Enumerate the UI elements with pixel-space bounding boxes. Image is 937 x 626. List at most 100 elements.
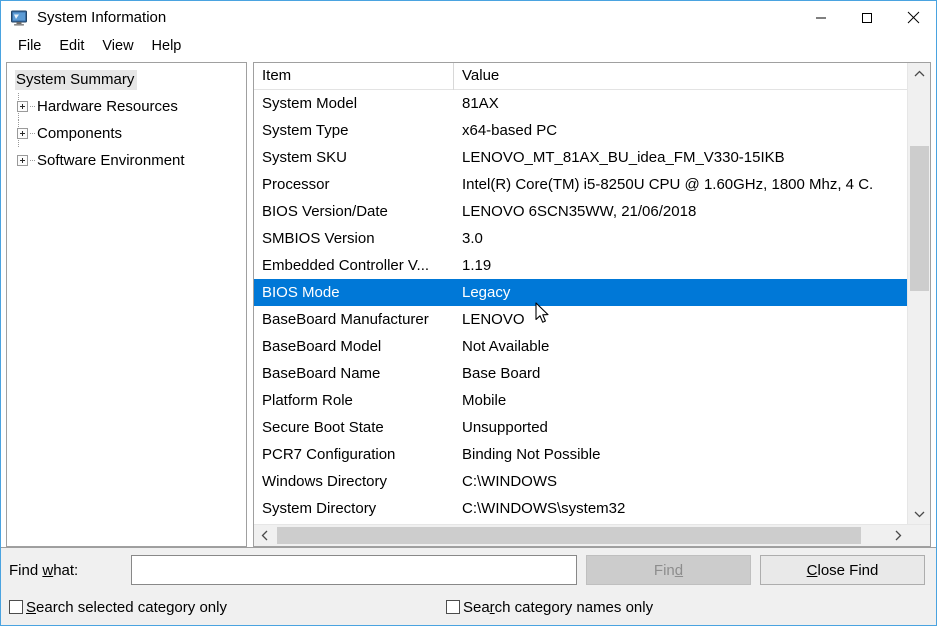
search-selected-category-option[interactable]: Search selected category only (9, 599, 227, 616)
find-button-accel: d (674, 561, 684, 579)
cell-value: Unsupported (462, 419, 548, 436)
find-label-suffix: hat: (53, 561, 79, 579)
cell-item: System Model (262, 95, 358, 112)
cell-item: BaseBoard Manufacturer (262, 311, 429, 328)
cell-value: LENOVO 6SCN35WW, 21/06/2018 (462, 203, 697, 220)
scroll-down-arrow-icon[interactable] (908, 503, 930, 524)
cell-value: LENOVO (462, 311, 525, 328)
chk2-prefix: Sea (462, 598, 490, 616)
menu-file[interactable]: File (9, 37, 50, 56)
list-rows: System Model 81AX System Type x64-based PC S… (254, 90, 907, 522)
horizontal-scroll-thumb[interactable] (277, 527, 861, 544)
tree-item-system-summary[interactable]: System Summary (7, 66, 246, 93)
cell-item: Embedded Controller V... (262, 257, 430, 274)
checkbox-icon[interactable] (9, 600, 23, 614)
cell-item: System Directory (262, 500, 377, 517)
system-information-window: System Information File Edit View Help S… (0, 0, 937, 626)
tree-item-hardware-resources[interactable]: Hardware Resources (7, 93, 246, 120)
column-header-value[interactable]: Value (454, 63, 907, 90)
window-controls (798, 1, 936, 34)
checkbox-label: Search category names only (463, 599, 653, 616)
table-row[interactable]: BIOS Mode Legacy (254, 279, 907, 306)
tree-connector-dash (30, 106, 35, 107)
tree-item-software-environment[interactable]: Software Environment (7, 147, 246, 174)
close-find-button[interactable]: Close Find (760, 555, 925, 585)
chk2-suffix: ch category names only (494, 598, 654, 616)
find-button-prefix: Fin (653, 561, 675, 579)
cell-value: C:\WINDOWS (462, 473, 557, 490)
cell-value: 1.19 (462, 257, 492, 274)
list-header: Item Value (254, 63, 907, 90)
maximize-button[interactable] (844, 1, 890, 34)
menu-bar: File Edit View Help (1, 34, 936, 58)
table-row[interactable]: BIOS Version/Date LENOVO 6SCN35WW, 21/06/… (254, 198, 907, 225)
find-label-accel: w (42, 561, 54, 579)
table-row[interactable]: Secure Boot State Unsupported (254, 414, 907, 441)
table-row[interactable]: System SKU LENOVO_MT_81AX_BU_idea_FM_V330… (254, 144, 907, 171)
cell-item: BIOS Mode (262, 284, 340, 301)
find-button[interactable]: Fin d (586, 555, 751, 585)
table-row[interactable]: BaseBoard Manufacturer LENOVO (254, 306, 907, 333)
table-row[interactable]: Windows Directory C:\WINDOWS (254, 468, 907, 495)
expand-plus-icon[interactable] (17, 101, 28, 112)
table-row[interactable]: BaseBoard Name Base Board (254, 360, 907, 387)
find-what-label: Find what: (9, 562, 131, 579)
tree-connector-dash (30, 133, 35, 134)
table-row[interactable]: SMBIOS Version 3.0 (254, 225, 907, 252)
vertical-scroll-track[interactable] (908, 84, 930, 503)
horizontal-scrollbar[interactable] (254, 524, 930, 546)
cell-item: BaseBoard Name (262, 365, 381, 382)
vertical-scrollbar[interactable] (907, 63, 930, 524)
cell-item: BIOS Version/Date (262, 203, 388, 220)
search-category-names-option[interactable]: Search category names only (445, 599, 653, 616)
close-button-suffix: lose Find (817, 561, 879, 579)
cell-value: 3.0 (462, 230, 483, 247)
table-row[interactable]: System Model 81AX (254, 90, 907, 117)
expand-plus-icon[interactable] (17, 128, 28, 139)
close-button[interactable] (890, 1, 936, 34)
window-title: System Information (37, 9, 167, 26)
cell-item: System Type (262, 122, 349, 139)
scroll-right-arrow-icon[interactable] (887, 530, 908, 541)
find-input[interactable] (131, 555, 577, 585)
menu-edit[interactable]: Edit (50, 37, 93, 56)
cell-value: 81AX (462, 95, 499, 112)
scroll-up-arrow-icon[interactable] (908, 63, 930, 84)
expand-plus-icon[interactable] (17, 155, 28, 166)
table-row[interactable]: Embedded Controller V... 1.19 (254, 252, 907, 279)
category-tree[interactable]: System Summary Hardware Resources Compon… (6, 62, 247, 547)
tree-item-label: System Summary (15, 69, 138, 90)
find-options-row: Search selected category only Search cat… (1, 592, 936, 622)
chk1-suffix: earch selected category only (36, 598, 227, 616)
list-columns: Item Value System Model 81AX System Type x6… (254, 63, 907, 524)
minimize-button[interactable] (798, 1, 844, 34)
find-bar: Find what: Fin d Close Find Search select… (1, 547, 936, 625)
table-row[interactable]: Platform Role Mobile (254, 387, 907, 414)
horizontal-scroll-track[interactable] (275, 526, 887, 545)
find-label-prefix: Find (9, 561, 43, 579)
table-row[interactable]: PCR7 Configuration Binding Not Possible (254, 441, 907, 468)
cell-value: Binding Not Possible (462, 446, 601, 463)
tree-item-components[interactable]: Components (7, 120, 246, 147)
table-row[interactable]: Processor Intel(R) Core(TM) i5-8250U CPU … (254, 171, 907, 198)
table-row[interactable]: System Type x64-based PC (254, 117, 907, 144)
column-header-item[interactable]: Item (254, 63, 454, 90)
cell-item: PCR7 Configuration (262, 446, 396, 463)
cell-item: Platform Role (262, 392, 353, 409)
title-bar: System Information (1, 1, 936, 34)
cell-item: BaseBoard Model (262, 338, 382, 355)
checkbox-icon[interactable] (445, 600, 460, 614)
scroll-left-arrow-icon[interactable] (254, 530, 275, 541)
menu-view[interactable]: View (93, 37, 142, 56)
tree-connector-dash (30, 160, 35, 161)
cell-value: Intel(R) Core(TM) i5-8250U CPU @ 1.60GHz… (462, 176, 874, 193)
cell-item: System SKU (262, 149, 348, 166)
menu-help[interactable]: Help (143, 37, 191, 56)
vertical-scroll-thumb[interactable] (910, 146, 929, 291)
table-row[interactable]: BaseBoard Model Not Available (254, 333, 907, 360)
cell-value: Legacy (462, 284, 511, 301)
cell-value: x64-based PC (462, 122, 558, 139)
tree-item-label: Components (37, 124, 123, 142)
cell-value: Mobile (462, 392, 507, 409)
table-row[interactable]: System Directory C:\WINDOWS\system32 (254, 495, 907, 522)
